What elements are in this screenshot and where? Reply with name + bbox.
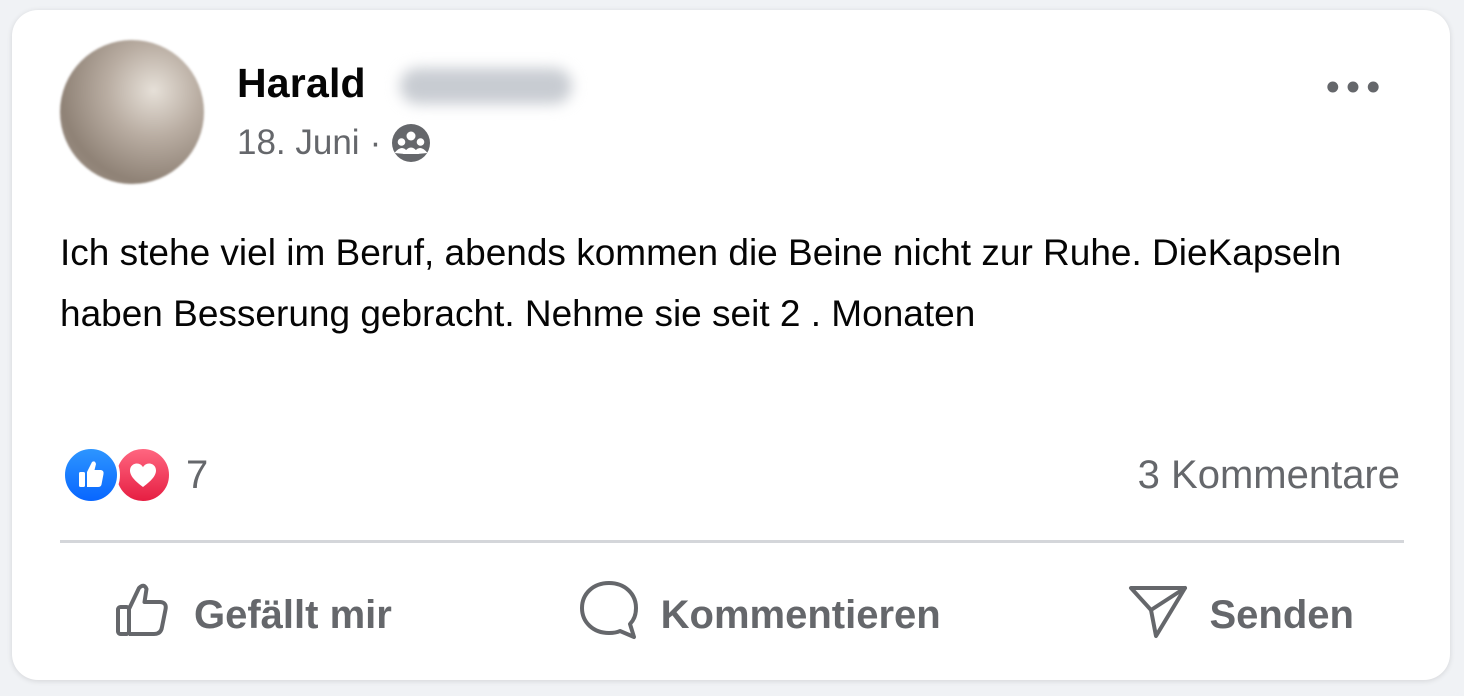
post-card: Harald 18. Juni · Ich stehe viel im Beru…	[12, 10, 1450, 680]
author-last-name-redacted	[400, 68, 572, 104]
meta-separator: ·	[369, 123, 382, 162]
comment-bubble-icon	[577, 578, 641, 652]
author-name[interactable]: Harald	[237, 60, 366, 107]
reactions-summary[interactable]: 7	[62, 446, 208, 504]
comment-button[interactable]: Kommentieren	[527, 570, 991, 660]
avatar[interactable]	[60, 40, 204, 184]
like-icon	[62, 446, 120, 504]
thumbs-up-icon	[110, 578, 174, 652]
more-options-icon[interactable]	[1317, 65, 1389, 109]
send-icon	[1126, 578, 1190, 652]
divider	[60, 540, 1404, 543]
reaction-count: 7	[186, 452, 209, 497]
share-button-label: Senden	[1209, 592, 1354, 637]
action-bar: Gefällt mir Kommentieren Senden	[60, 570, 1404, 660]
like-button-label: Gefällt mir	[194, 592, 392, 637]
share-button[interactable]: Senden	[1076, 570, 1404, 660]
comments-count-link[interactable]: 3 Kommentare	[1138, 453, 1400, 498]
comment-button-label: Kommentieren	[660, 592, 941, 637]
like-button[interactable]: Gefällt mir	[60, 570, 442, 660]
post-meta: 18. Juni ·	[237, 123, 431, 163]
group-icon	[391, 123, 431, 163]
love-icon	[114, 446, 172, 504]
post-text: Ich stehe viel im Beruf, abends kommen d…	[60, 232, 1342, 334]
post-date[interactable]: 18. Juni	[237, 123, 360, 163]
